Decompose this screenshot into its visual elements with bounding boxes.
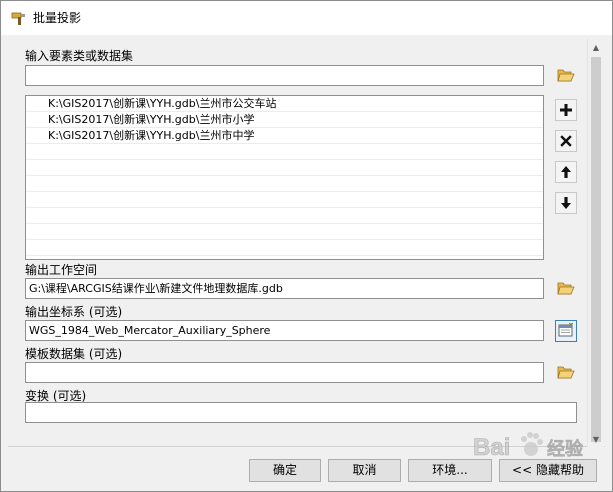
output-crs-label: 输出坐标系 (可选) (25, 305, 123, 319)
list-empty-row (26, 160, 543, 176)
x-icon (560, 135, 572, 147)
move-up-button[interactable] (555, 161, 577, 183)
svg-text:Bai: Bai (473, 434, 510, 461)
list-empty-row (26, 144, 543, 160)
scroll-up-icon[interactable]: ▲ (588, 39, 604, 55)
list-empty-row (26, 224, 543, 240)
template-dataset-field[interactable] (25, 362, 544, 383)
batch-project-dialog: 批量投影 ▲ ▼ 输入要素类或数据集 K:\GIS2017\创新课\YYH.gd… (0, 0, 613, 492)
hammer-icon (11, 11, 27, 25)
input-features-list[interactable]: K:\GIS2017\创新课\YYH.gdb\兰州市公交车站 K:\GIS201… (25, 95, 544, 260)
input-features-field[interactable] (25, 65, 544, 86)
input-features-label: 输入要素类或数据集 (25, 49, 134, 63)
svg-text:经验: 经验 (547, 438, 584, 460)
add-row-button[interactable] (555, 99, 577, 121)
transformation-label: 变换 (可选) (25, 389, 87, 403)
list-empty-row (26, 176, 543, 192)
ok-button[interactable]: 确定 (249, 459, 321, 482)
workspace-browse-button[interactable] (555, 278, 577, 300)
list-item[interactable]: K:\GIS2017\创新课\YYH.gdb\兰州市中学 (26, 128, 543, 144)
list-item[interactable]: K:\GIS2017\创新课\YYH.gdb\兰州市小学 (26, 112, 543, 128)
input-browse-button[interactable] (555, 65, 577, 87)
list-empty-row (26, 240, 543, 256)
cancel-button[interactable]: 取消 (328, 459, 401, 482)
vertical-scrollbar[interactable]: ▲ ▼ (587, 39, 604, 447)
scroll-thumb[interactable] (591, 57, 601, 442)
crs-properties-button[interactable] (555, 320, 577, 342)
list-empty-row (26, 208, 543, 224)
open-folder-icon (557, 364, 575, 383)
window-title: 批量投影 (33, 11, 82, 25)
move-down-button[interactable] (555, 192, 577, 214)
open-folder-icon (557, 67, 575, 86)
title-bar: 批量投影 (1, 1, 612, 35)
remove-row-button[interactable] (555, 130, 577, 152)
output-workspace-field[interactable]: G:\课程\ARCGIS结课作业\新建文件地理数据库.gdb (25, 278, 544, 299)
output-crs-field[interactable]: WGS_1984_Web_Mercator_Auxiliary_Sphere (25, 320, 544, 341)
template-dataset-label: 模板数据集 (可选) (25, 347, 123, 361)
template-browse-button[interactable] (555, 362, 577, 384)
open-folder-icon (557, 280, 575, 299)
list-item[interactable]: K:\GIS2017\创新课\YYH.gdb\兰州市公交车站 (26, 96, 543, 112)
list-empty-row (26, 192, 543, 208)
arrow-up-icon (560, 165, 572, 179)
spatial-reference-icon (558, 322, 574, 341)
watermark-logo: Bai 经验 (469, 419, 597, 477)
arrow-down-icon (560, 196, 572, 210)
plus-icon (559, 103, 573, 117)
output-workspace-label: 输出工作空间 (25, 263, 98, 277)
